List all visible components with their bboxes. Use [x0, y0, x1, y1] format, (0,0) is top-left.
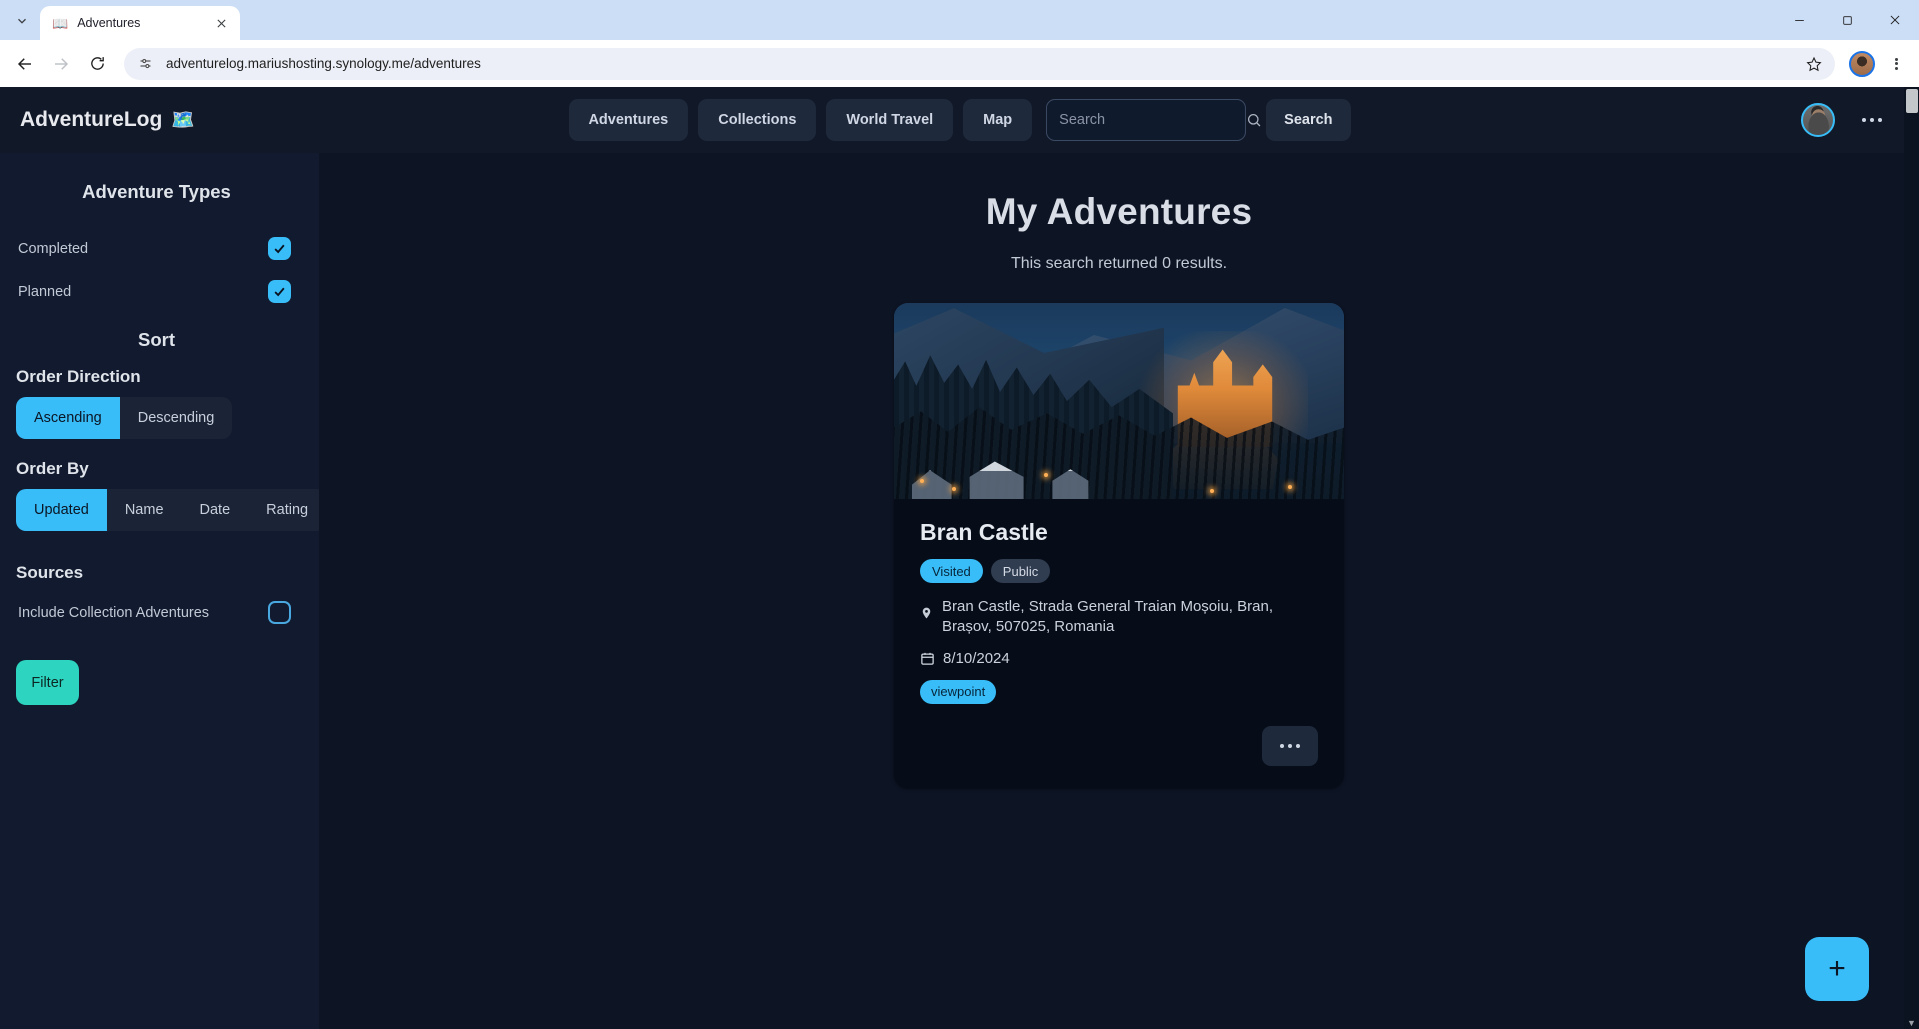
nav-link-world-travel[interactable]: World Travel — [826, 99, 954, 141]
adventure-tag-viewpoint: viewpoint — [920, 679, 997, 704]
site-settings-icon[interactable] — [138, 56, 160, 71]
adventure-date: 8/10/2024 — [920, 650, 1318, 667]
tab-strip: 📖 Adventures — [0, 0, 1919, 40]
browser-profile-avatar-icon[interactable] — [1849, 50, 1875, 77]
bookmark-star-icon[interactable] — [1799, 49, 1829, 79]
window-minimize-icon[interactable] — [1775, 0, 1823, 40]
adventure-types-heading: Adventure Types — [82, 181, 231, 202]
navbar-right — [1801, 97, 1895, 143]
forward-arrow-icon[interactable] — [44, 47, 78, 81]
results-summary: This search returned 0 results. — [1010, 255, 1228, 272]
browser-toolbar: adventurelog.mariushosting.synology.me/a… — [0, 40, 1919, 87]
window-maximize-icon[interactable] — [1823, 0, 1871, 40]
nav-link-collections[interactable]: Collections — [698, 99, 817, 141]
search-icon — [1246, 112, 1262, 128]
filter-row-planned[interactable]: Planned — [16, 272, 297, 311]
adventure-card[interactable]: Bran Castle Visited Public Bran Castle, … — [894, 303, 1344, 788]
page-body: Adventure Types Completed Planned Sort O… — [0, 153, 1919, 1029]
order-direction-segmented: Ascending Descending — [16, 397, 233, 439]
address-bar[interactable]: adventurelog.mariushosting.synology.me/a… — [124, 47, 1835, 80]
checkbox-planned[interactable] — [268, 280, 291, 303]
tab-title: Adventures — [77, 16, 141, 30]
adventure-title: Bran Castle — [920, 519, 1048, 545]
search-input[interactable] — [1059, 112, 1247, 128]
user-avatar[interactable] — [1801, 103, 1835, 137]
main-content: My Adventures This search returned 0 res… — [319, 153, 1919, 1029]
adventure-location-text: Bran Castle, Strada General Traian Moșoi… — [942, 598, 1273, 635]
tab-favicon-icon: 📖 — [52, 15, 69, 31]
app-page: AdventureLog 🗺️ Adventures Collections W… — [0, 87, 1919, 1029]
adventure-location: Bran Castle, Strada General Traian Moșoi… — [920, 597, 1318, 637]
window-close-icon[interactable] — [1871, 0, 1919, 40]
adventure-card-body: Bran Castle Visited Public Bran Castle, … — [894, 499, 1344, 788]
navbar-center: Adventures Collections World Travel Map … — [568, 99, 1351, 141]
search-field-wrapper[interactable] — [1046, 99, 1261, 141]
adventure-card-photo — [894, 303, 1344, 499]
order-by-name[interactable]: Name — [107, 489, 182, 531]
search-button[interactable]: Search — [1266, 99, 1351, 141]
order-by-segmented: Updated Name Date Rating — [16, 489, 327, 531]
filter-label-completed: Completed — [18, 240, 89, 257]
reload-icon[interactable] — [80, 47, 114, 81]
adventure-badges: Visited Public — [920, 559, 1318, 583]
order-direction-descending[interactable]: Descending — [120, 397, 233, 439]
filter-label-include-collection-adventures: Include Collection Adventures — [18, 604, 210, 621]
sort-heading: Sort — [138, 329, 175, 350]
filter-row-include-collection-adventures[interactable]: Include Collection Adventures — [16, 593, 297, 632]
browser-menu-icon[interactable] — [1881, 47, 1911, 81]
back-arrow-icon[interactable] — [8, 47, 42, 81]
browser-chrome: 📖 Adventures adventurelog.mariushosting.… — [0, 0, 1919, 87]
scroll-down-arrow-icon[interactable]: ▼ — [1905, 1016, 1918, 1029]
browser-tab[interactable]: 📖 Adventures — [40, 6, 240, 40]
adventure-date-text: 8/10/2024 — [943, 649, 1010, 667]
filter-label-planned: Planned — [18, 283, 72, 300]
order-direction-ascending[interactable]: Ascending — [16, 397, 120, 439]
tab-search-dropdown-icon[interactable] — [8, 7, 36, 35]
map-emoji-icon: 🗺️ — [171, 110, 196, 131]
app-brand[interactable]: AdventureLog 🗺️ — [20, 108, 195, 132]
calendar-icon — [920, 651, 935, 666]
filter-button[interactable]: Filter — [16, 660, 79, 705]
filter-row-completed[interactable]: Completed — [16, 229, 297, 268]
order-by-date[interactable]: Date — [182, 489, 249, 531]
order-by-heading: Order By — [16, 459, 89, 478]
add-adventure-button[interactable]: + — [1805, 937, 1869, 1001]
page-scrollbar-thumb[interactable] — [1906, 89, 1918, 113]
nav-link-map[interactable]: Map — [963, 99, 1033, 141]
window-controls — [1775, 0, 1919, 40]
page-title: My Adventures — [985, 191, 1253, 232]
checkbox-include-collection-adventures[interactable] — [268, 601, 291, 624]
adventure-card-menu-icon[interactable] — [1262, 725, 1318, 766]
sources-heading: Sources — [16, 563, 84, 582]
navbar-overflow-menu-icon[interactable] — [1849, 97, 1895, 143]
app-navbar: AdventureLog 🗺️ Adventures Collections W… — [0, 87, 1919, 153]
tab-close-icon[interactable] — [212, 14, 230, 32]
nav-link-adventures[interactable]: Adventures — [568, 99, 689, 141]
checkbox-completed[interactable] — [268, 237, 291, 260]
address-bar-url: adventurelog.mariushosting.synology.me/a… — [166, 56, 481, 71]
order-by-updated[interactable]: Updated — [16, 489, 107, 531]
adventure-card-actions — [920, 725, 1318, 766]
order-direction-heading: Order Direction — [16, 367, 141, 386]
status-badge-public: Public — [990, 559, 1051, 583]
order-by-rating[interactable]: Rating — [248, 489, 326, 531]
page-scrollbar[interactable]: ▲ ▼ — [1904, 87, 1919, 1029]
map-pin-icon — [920, 597, 933, 637]
status-badge-visited: Visited — [920, 559, 983, 583]
filters-sidebar: Adventure Types Completed Planned Sort O… — [0, 153, 327, 1029]
app-brand-text: AdventureLog — [20, 108, 163, 131]
